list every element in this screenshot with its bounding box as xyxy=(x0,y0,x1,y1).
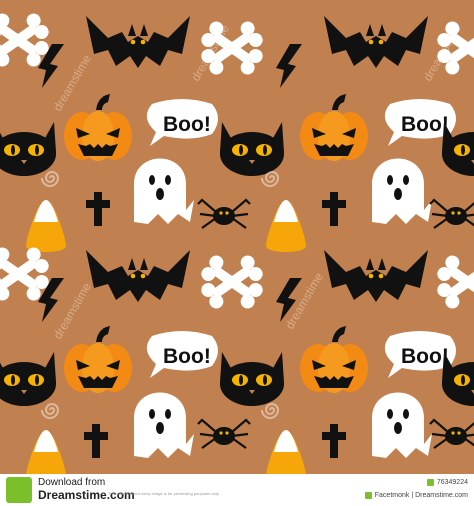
cat-icon xyxy=(442,352,474,406)
bat-icon xyxy=(86,250,190,302)
candy-corn-icon xyxy=(266,200,306,252)
ghost-icon xyxy=(134,392,194,458)
fine-print: This watermarked comp image is for previ… xyxy=(108,491,220,496)
spiral-icon xyxy=(41,171,59,187)
cat-icon xyxy=(220,122,284,176)
pumpkin-icon xyxy=(300,94,368,161)
cat-icon xyxy=(442,122,474,176)
candy-corn-icon xyxy=(26,430,66,474)
spider-icon xyxy=(196,418,252,450)
halloween-pattern: Boo! Boo! Boo! Boo! dreamstime dreamstim… xyxy=(0,0,474,474)
bone-icon xyxy=(199,253,266,311)
candy-corn-icon xyxy=(266,430,306,474)
credit-line: Facetmonk | Dreamstime.com xyxy=(364,491,468,500)
pumpkin-icon xyxy=(300,326,368,393)
speech-bubble-text: Boo! xyxy=(163,345,211,368)
bat-icon xyxy=(324,16,428,68)
watermark-text: dreamstime xyxy=(50,280,94,342)
cross-icon xyxy=(86,192,110,226)
speech-bubble-text: Boo! xyxy=(401,345,449,368)
speech-bubble: Boo! xyxy=(146,99,218,146)
pumpkin-icon xyxy=(64,326,132,393)
watermark-text: dreamstime xyxy=(50,52,94,114)
speech-bubble-text: Boo! xyxy=(163,113,211,136)
photographer-credit: Facetmonk | Dreamstime.com xyxy=(374,492,468,499)
speech-bubble: Boo! xyxy=(146,331,218,378)
cross-icon xyxy=(322,424,346,458)
cross-icon xyxy=(322,192,346,226)
candy-corn-icon xyxy=(26,200,66,252)
dreamstime-logo-icon xyxy=(6,477,32,503)
download-footer: Download from Dreamstime.com This waterm… xyxy=(0,474,474,506)
bat-icon xyxy=(324,250,428,302)
ghost-icon xyxy=(372,392,432,458)
bat-icon xyxy=(86,16,190,68)
spider-icon xyxy=(428,198,474,230)
lightning-icon xyxy=(276,44,302,88)
image-id-line: 76349224 xyxy=(426,478,468,487)
spiral-icon xyxy=(261,403,279,419)
spider-icon xyxy=(196,198,252,230)
bone-icon xyxy=(435,253,474,311)
ghost-icon xyxy=(372,158,432,224)
cat-icon xyxy=(0,122,56,176)
camera-icon xyxy=(364,492,372,499)
id-icon xyxy=(426,479,434,486)
pumpkin-icon xyxy=(64,94,132,161)
speech-bubble-text: Boo! xyxy=(401,113,449,136)
image-id: 76349224 xyxy=(436,479,468,486)
spider-icon xyxy=(428,418,474,450)
cross-icon xyxy=(84,424,108,458)
cat-icon xyxy=(220,352,284,406)
ghost-icon xyxy=(134,158,194,224)
spiral-icon xyxy=(41,403,59,419)
cat-icon xyxy=(0,352,56,406)
